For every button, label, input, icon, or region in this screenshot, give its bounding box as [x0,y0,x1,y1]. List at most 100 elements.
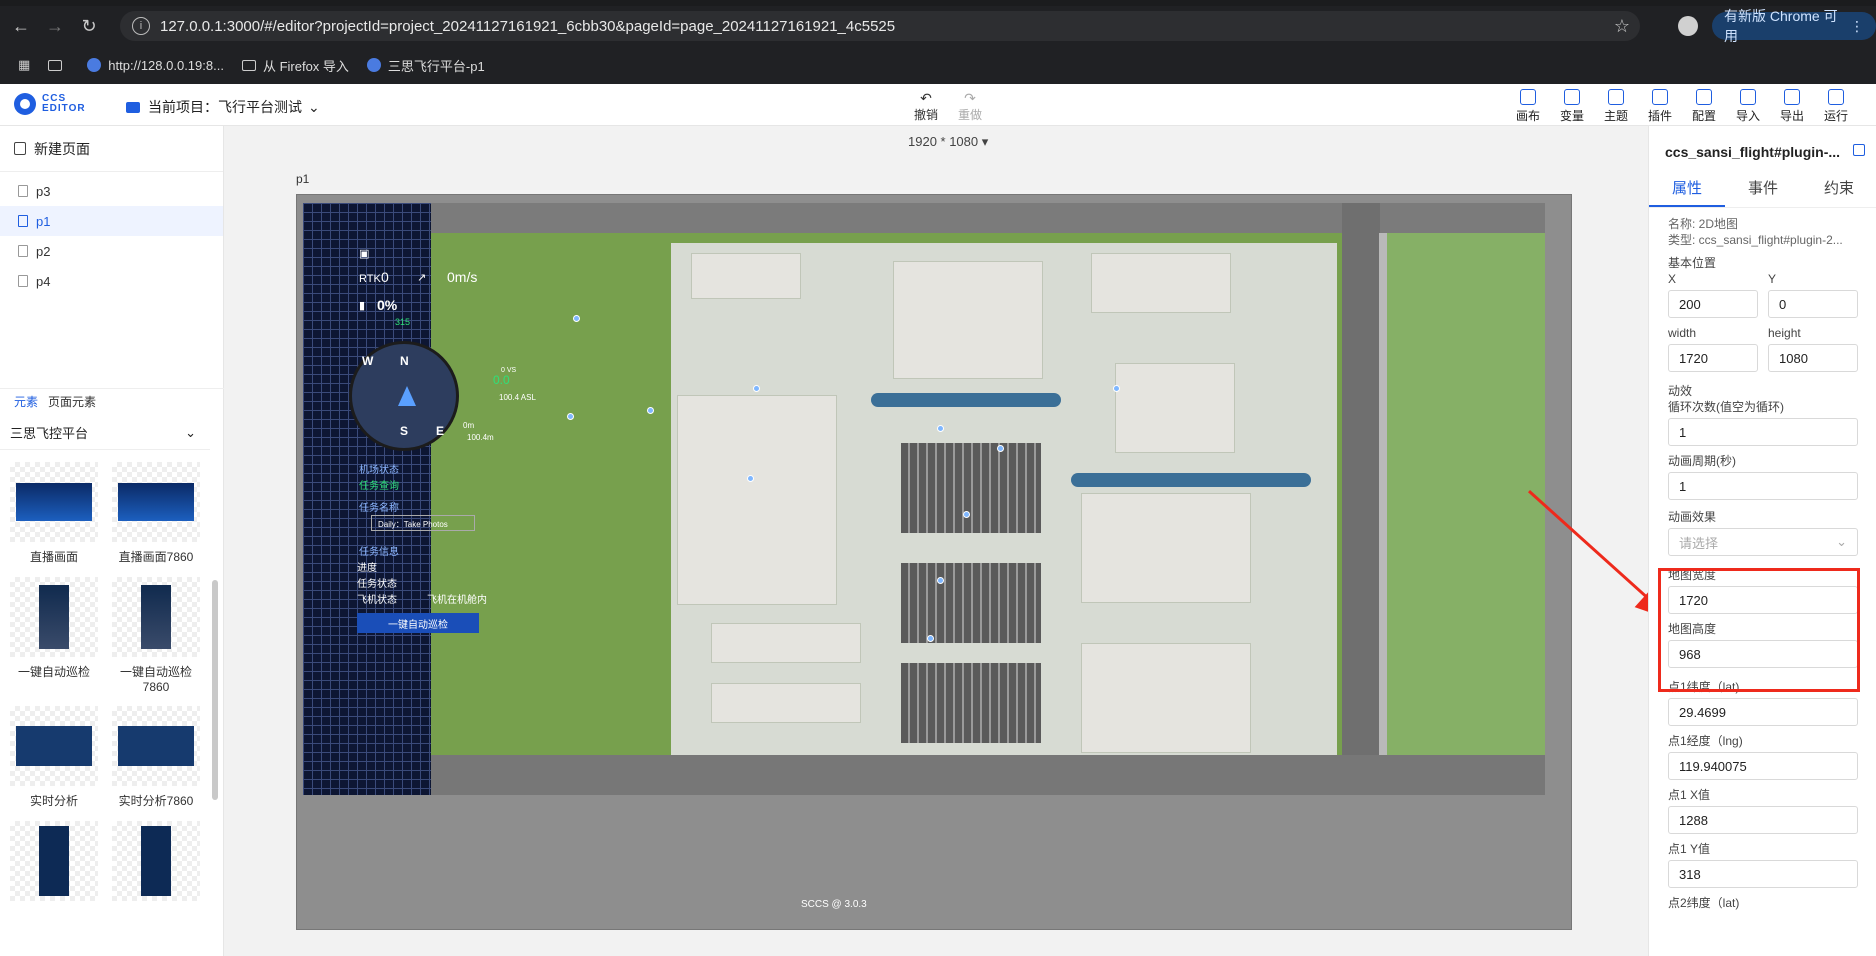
component-item[interactable]: 实时分析 [6,706,102,809]
height-value: 0m [463,421,475,430]
map-marker[interactable] [997,445,1004,452]
map-road [431,755,1545,795]
run-button[interactable]: 运行 [1814,89,1858,124]
compass-w: W [362,354,374,368]
component-item[interactable]: 直播画面 [6,462,102,565]
component-group-header[interactable]: 三思飞控平台 ⌄ [0,416,210,450]
map-solar-panels [901,443,1041,533]
point1-x-input[interactable]: 1288 [1668,806,1858,834]
map-building [711,683,861,723]
map-field [1387,233,1545,755]
folder-icon [126,101,140,113]
page-item-p2[interactable]: p2 [0,236,223,266]
component-title: ccs_sansi_flight#plugin-... [1665,144,1841,160]
map-marker[interactable] [747,475,754,482]
component-item[interactable] [108,821,204,907]
width-input[interactable]: 1720 [1668,344,1758,372]
page-item-p1[interactable]: p1 [0,206,223,236]
redo-button[interactable]: ↷ 重做 [958,90,982,123]
x-input[interactable]: 200 [1668,290,1758,318]
task-info-label: 任务信息 [359,547,399,558]
tab-constraints[interactable]: 约束 [1801,170,1876,207]
map-marker[interactable] [753,385,760,392]
chrome-update-button[interactable]: 有新版 Chrome 可用 ⋮ [1712,8,1876,44]
page-item-p3[interactable]: p3 [0,176,223,206]
period-input[interactable]: 1 [1668,472,1858,500]
tab-elements[interactable]: 元素 [14,393,38,410]
project-selector[interactable]: 当前项目：飞行平台测试 ⌄ [126,97,320,117]
map-road [431,203,1379,233]
loop-input[interactable]: 1 [1668,418,1858,446]
bookmark-folder-icon[interactable] [48,59,69,71]
tab-events[interactable]: 事件 [1725,170,1801,207]
bookmark-item-1[interactable]: http://128.0.0.19:8... [87,58,224,73]
map-solar-panels [901,663,1041,743]
component-item[interactable]: 实时分析7860 [108,706,204,809]
map-marker[interactable] [927,635,934,642]
compass-widget: N S E W [349,341,459,451]
export-button[interactable]: 导出 [1770,89,1814,124]
site-info-icon[interactable]: i [132,17,150,35]
forward-icon[interactable]: → [42,13,68,39]
component-grid: 直播画面 直播画面7860 一键自动巡检 一键自动巡检7860 实时分析 实时分… [6,462,206,907]
page-item-p4[interactable]: p4 [0,266,223,296]
effect-label: 动画效果 [1668,510,1717,524]
apps-grid-icon[interactable]: ▦ [18,57,30,73]
bookmark-star-icon[interactable]: ☆ [1614,16,1630,37]
task-name-field[interactable]: Daily：Take Photos [371,515,475,531]
y-input[interactable]: 0 [1768,290,1858,318]
variable-button[interactable]: 变量 [1550,89,1594,124]
canvas-stage[interactable]: ▣ RTK 0 ▮ 0% ↗ 0m/s 315 N S E W 0.0 0 VS… [296,194,1572,930]
component-item[interactable]: 直播画面7860 [108,462,204,565]
auto-patrol-button[interactable]: 一键自动巡检 [357,613,479,633]
map-marker[interactable] [937,425,944,432]
battery-icon: ▮ [359,300,366,312]
task-query-link[interactable]: 任务查询 [359,477,399,492]
tab-properties[interactable]: 属性 [1649,170,1725,207]
url-text: 127.0.0.1:3000/#/editor?projectId=projec… [160,17,896,35]
canvas-size-select[interactable]: 1920 * 1080 ▾ [908,134,988,150]
effect-select[interactable]: 请选择 ⌄ [1668,528,1858,556]
theme-button[interactable]: 主题 [1594,89,1638,124]
map-marker[interactable] [567,413,574,420]
map-marker[interactable] [647,407,654,414]
bookmark-item-2[interactable]: 从 Firefox 导入 [241,56,349,75]
component-item[interactable]: 一键自动巡检 [6,577,102,694]
plugin-button[interactable]: 插件 [1638,89,1682,124]
address-bar[interactable]: i 127.0.0.1:3000/#/editor?projectId=proj… [120,11,1640,41]
profile-avatar-icon[interactable] [1678,16,1698,36]
component-item[interactable]: 一键自动巡检7860 [108,577,204,694]
wind-icon: ↗ [417,272,427,284]
version-footer: SCCS @ 3.0.3 [801,899,867,910]
edit-icon[interactable] [1853,144,1865,156]
map-marker[interactable] [963,511,970,518]
reload-icon[interactable]: ↻ [76,13,102,39]
point1-lng-input[interactable]: 119.940075 [1668,752,1858,780]
tab-page-elements[interactable]: 页面元素 [48,393,96,410]
map-river [871,393,1061,407]
map-building [711,623,861,663]
undo-button[interactable]: ↶ 撤销 [914,90,938,123]
config-button[interactable]: 配置 [1682,89,1726,124]
left-panel-scrollbar[interactable] [212,580,218,800]
new-page-button[interactable]: 新建页面 [0,126,223,172]
point1-y-input[interactable]: 318 [1668,860,1858,888]
globe-icon [366,58,381,72]
map-marker[interactable] [573,315,580,322]
component-item[interactable] [6,821,102,907]
period-label: 动画周期(秒) [1668,454,1736,468]
loop-label: 循环次数(值空为循环) [1668,400,1784,414]
bookmark-item-3[interactable]: 三思飞行平台-p1 [366,56,485,75]
canvas-button[interactable]: 画布 [1506,89,1550,124]
import-button[interactable]: 导入 [1726,89,1770,124]
map-marker[interactable] [937,577,944,584]
undo-icon: ↶ [920,90,932,106]
map-marker[interactable] [1113,385,1120,392]
height-input[interactable]: 1080 [1768,344,1858,372]
back-icon[interactable]: ← [8,13,34,39]
point1-lat-input[interactable]: 29.4699 [1668,698,1858,726]
battery-value: 0% [377,297,398,313]
chevron-down-icon: ⌄ [308,98,320,115]
map-building [1081,643,1251,753]
map-building [691,253,801,299]
